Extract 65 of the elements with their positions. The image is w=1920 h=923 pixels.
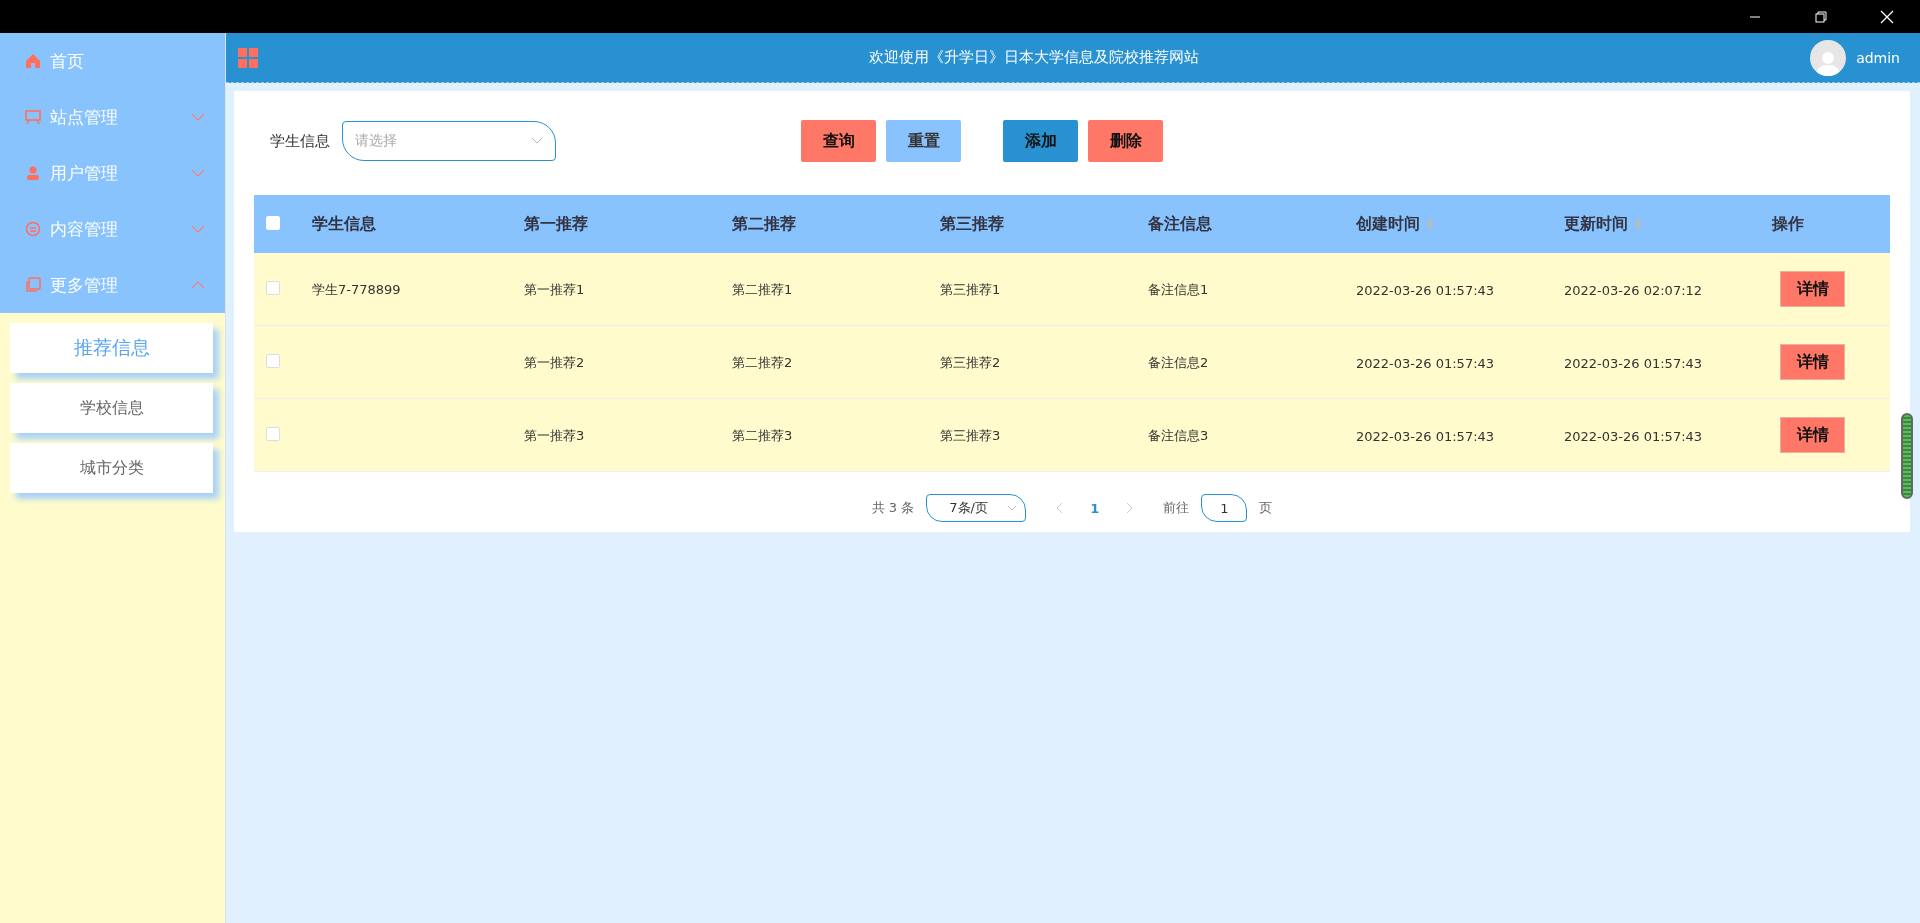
action-button[interactable]: 重置 [886, 120, 961, 162]
table-cell: 第二推荐3 [732, 428, 793, 443]
table-cell: 备注信息3 [1148, 428, 1209, 443]
close-icon[interactable] [1880, 9, 1894, 24]
restore-icon[interactable] [1815, 10, 1827, 23]
scroll-handle[interactable] [1901, 413, 1913, 499]
row-checkbox[interactable] [266, 426, 280, 441]
page-number[interactable]: 1 [1076, 500, 1114, 516]
table-cell: 第二推荐1 [732, 282, 793, 297]
site-title: 欢迎使用《升学日》日本大学信息及院校推荐网站 [868, 48, 1201, 67]
page-input[interactable]: 1 [1201, 494, 1248, 522]
chevron-icon [1007, 505, 1018, 511]
table-cell: 2022-03-26 01:57:43 [1564, 355, 1703, 371]
column-header[interactable]: 更新时间 [1564, 213, 1628, 235]
column-header: 第三推荐 [940, 213, 1004, 235]
submenu-item[interactable]: 城市分类 [10, 443, 213, 493]
column-header: 备注信息 [1148, 213, 1212, 235]
action-button[interactable]: 添加 [1003, 120, 1078, 162]
table-cell: 第一推荐3 [524, 428, 585, 443]
table-cell: 2022-03-26 01:57:43 [1356, 355, 1495, 371]
page-size-select[interactable]: 7条/页 [926, 494, 1027, 522]
filter-label: 学生信息 [270, 131, 330, 151]
sort-icon[interactable] [1634, 218, 1642, 230]
select-all-checkbox[interactable] [266, 215, 280, 230]
chevron-icon [531, 137, 543, 145]
details-button[interactable]: 详情 [1780, 344, 1845, 380]
home-icon [24, 52, 42, 70]
table-cell: 2022-03-26 02:07:12 [1564, 282, 1703, 298]
table-cell: 学生7-778899 [312, 282, 401, 297]
table-cell: 第三推荐3 [940, 428, 1001, 443]
table-cell: 2022-03-26 01:57:43 [1564, 428, 1703, 444]
row-checkbox[interactable] [266, 353, 280, 368]
table-cell: 第一推荐2 [524, 355, 585, 370]
grid-icon[interactable] [238, 47, 258, 68]
table-cell: 第三推荐1 [940, 282, 1001, 297]
table-cell: 2022-03-26 01:57:43 [1356, 282, 1495, 298]
column-header: 第二推荐 [732, 213, 796, 235]
next-icon[interactable] [1125, 502, 1134, 514]
user-icon [24, 164, 42, 182]
details-button[interactable]: 详情 [1780, 271, 1845, 307]
column-header: 操作 [1772, 213, 1804, 235]
action-button[interactable]: 查询 [801, 120, 876, 162]
table-cell: 备注信息1 [1148, 282, 1209, 297]
previous-icon[interactable] [1056, 502, 1065, 514]
details-button[interactable]: 详情 [1780, 417, 1845, 453]
goto-label: 前往 [1163, 499, 1190, 517]
copy-icon [24, 276, 42, 294]
table-cell: 第二推荐2 [732, 355, 793, 370]
page-suffix: 页 [1259, 499, 1273, 517]
avatar[interactable] [1810, 39, 1847, 76]
total-count: 共 3 条 [871, 499, 915, 517]
table-cell: 第三推荐2 [940, 355, 1001, 370]
column-header[interactable]: 创建时间 [1356, 213, 1420, 235]
user-name[interactable]: admin [1856, 49, 1900, 66]
sort-icon[interactable] [1426, 218, 1434, 230]
table-cell: 备注信息2 [1148, 355, 1209, 370]
submenu-item[interactable]: 学校信息 [10, 383, 213, 433]
easel-icon [24, 108, 42, 126]
action-button[interactable]: 删除 [1088, 120, 1163, 162]
column-header: 第一推荐 [524, 213, 588, 235]
table-cell: 2022-03-26 01:57:43 [1356, 428, 1495, 444]
row-checkbox[interactable] [266, 280, 280, 295]
chat-icon [24, 220, 42, 238]
table-cell: 第一推荐1 [524, 282, 585, 297]
column-header: 学生信息 [312, 213, 376, 235]
